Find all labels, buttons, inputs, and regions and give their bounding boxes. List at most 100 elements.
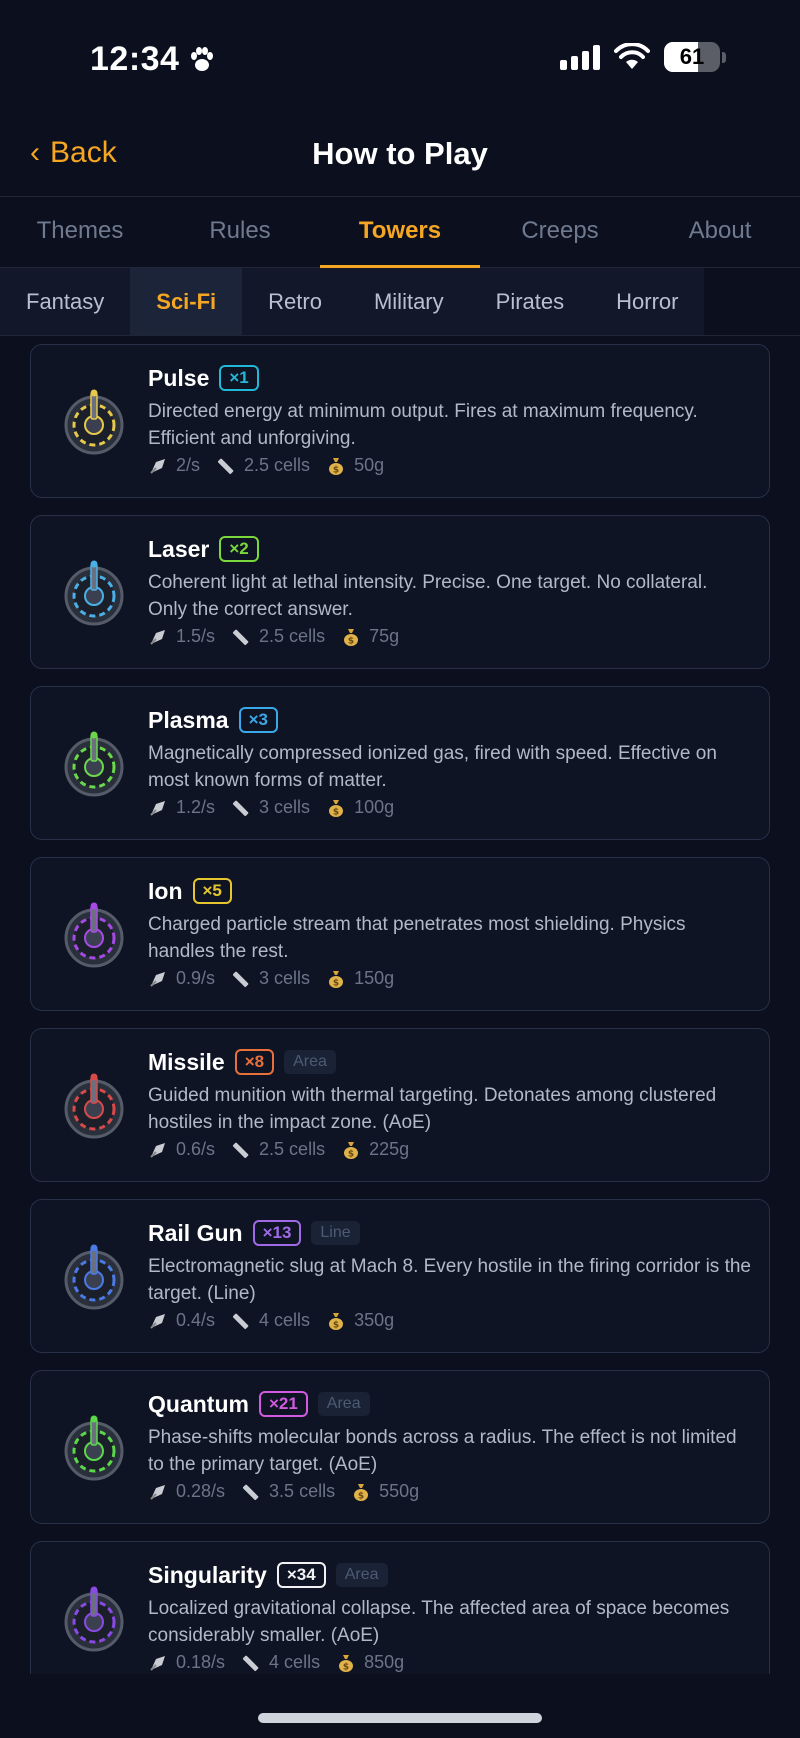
damage-multiplier-badge: ×3	[238, 707, 278, 733]
cost-value: 100g	[354, 797, 395, 817]
tab-rules[interactable]: Rules	[160, 197, 320, 267]
range-stat: 3 cells	[231, 968, 310, 989]
cost-value: 550g	[379, 1481, 420, 1501]
subtab-military[interactable]: Military	[347, 268, 470, 335]
tower-description: Directed energy at minimum output. Fires…	[148, 401, 698, 449]
fire-rate-value: 0.9/s	[176, 968, 216, 988]
fire-rate-value: 0.6/s	[176, 1139, 216, 1159]
tower-stats: 0.6/s 2.5 cells $ 225g	[148, 1139, 751, 1160]
money-bag-icon: $	[329, 457, 344, 475]
fire-rate-stat: 1.2/s	[148, 797, 215, 818]
damage-multiplier-badge: ×13	[252, 1220, 302, 1246]
tower-card[interactable]: Quantum ×21 Area Phase-shifts molecular …	[30, 1370, 770, 1524]
fire-rate-icon	[150, 1142, 165, 1158]
cost-stat: $ 75g	[341, 626, 399, 647]
cost-value: 50g	[354, 455, 385, 475]
paw-icon	[191, 46, 214, 71]
tower-list[interactable]: Pulse ×1 Directed energy at minimum outp…	[0, 344, 800, 1674]
svg-text:$: $	[333, 807, 339, 817]
range-ruler-icon	[232, 971, 249, 987]
money-bag-icon: $	[329, 1312, 344, 1330]
theme-subtabs: Fantasy Sci-Fi Retro Military Pirates Ho…	[0, 268, 800, 336]
battery-level: 61	[679, 44, 705, 69]
tower-stats: 0.18/s 4 cells $ 850g	[148, 1652, 751, 1673]
range-ruler-icon	[232, 800, 249, 816]
range-stat: 3 cells	[231, 797, 310, 818]
tower-card[interactable]: Singularity ×34 Area Localized gravitati…	[30, 1541, 770, 1674]
laser-tower-icon	[64, 560, 124, 626]
nav-header: ‹ Back How to Play	[0, 116, 800, 196]
singularity-tower-icon	[64, 1586, 124, 1652]
wifi-icon	[614, 43, 650, 69]
fire-rate-icon	[150, 1655, 165, 1671]
pulse-tower-icon	[64, 389, 124, 455]
home-indicator[interactable]	[258, 1713, 542, 1723]
svg-text:$: $	[348, 636, 354, 646]
range-value: 3 cells	[259, 797, 311, 817]
status-time: 12:34	[90, 40, 217, 79]
subtab-fantasy[interactable]: Fantasy	[0, 268, 131, 335]
tower-card[interactable]: Plasma ×3 Magnetically compressed ionize…	[30, 686, 770, 840]
fire-rate-value: 0.18/s	[176, 1652, 226, 1672]
fire-rate-icon	[150, 800, 165, 816]
cost-stat: $ 150g	[326, 968, 394, 989]
status-bar: 12:34 61	[0, 0, 800, 116]
subtab-retro[interactable]: Retro	[242, 268, 348, 335]
main-tabs: Themes Rules Towers Creeps About	[0, 196, 800, 268]
tower-name: Laser	[148, 535, 210, 562]
range-stat: 2.5 cells	[216, 455, 310, 476]
tab-creeps[interactable]: Creeps	[480, 197, 640, 267]
cost-stat: $ 225g	[341, 1139, 409, 1160]
missile-tower-icon	[64, 1073, 124, 1139]
fire-rate-stat: 1.5/s	[148, 626, 215, 647]
money-bag-icon: $	[329, 799, 344, 817]
range-ruler-icon	[232, 1313, 249, 1329]
cost-value: 850g	[364, 1652, 405, 1672]
fire-rate-icon	[150, 629, 165, 645]
range-ruler-icon	[217, 458, 234, 474]
range-value: 4 cells	[259, 1310, 311, 1330]
tower-card[interactable]: Ion ×5 Charged particle stream that pene…	[30, 857, 770, 1011]
tower-description: Electromagnetic slug at Mach 8. Every ho…	[148, 1256, 751, 1304]
range-value: 3 cells	[259, 968, 311, 988]
svg-text:$: $	[358, 1491, 364, 1501]
damage-multiplier-badge: ×1	[219, 365, 259, 391]
status-indicators: 61	[560, 42, 726, 72]
tower-stats: 2/s 2.5 cells $ 50g	[148, 455, 751, 476]
cellular-signal-icon	[560, 44, 600, 70]
range-value: 2.5 cells	[259, 1139, 326, 1159]
page-title: How to Play	[312, 136, 488, 171]
range-ruler-icon	[232, 1142, 249, 1158]
range-ruler-icon	[232, 629, 249, 645]
cost-value: 150g	[354, 968, 395, 988]
tab-towers[interactable]: Towers	[320, 197, 480, 268]
cost-stat: $ 550g	[351, 1481, 419, 1502]
ion-tower-icon	[64, 902, 124, 968]
fire-rate-stat: 0.6/s	[148, 1139, 215, 1160]
tower-stats: 0.9/s 3 cells $ 150g	[148, 968, 751, 989]
tab-about[interactable]: About	[640, 197, 800, 267]
subtab-pirates[interactable]: Pirates	[469, 268, 591, 335]
svg-text:$: $	[343, 1662, 349, 1672]
tower-card[interactable]: Pulse ×1 Directed energy at minimum outp…	[30, 344, 770, 498]
subtab-horror[interactable]: Horror	[590, 268, 705, 335]
svg-text:$: $	[348, 1149, 354, 1159]
subtab-sci-fi[interactable]: Sci-Fi	[130, 268, 243, 335]
fire-rate-stat: 0.18/s	[148, 1652, 225, 1673]
fire-rate-icon	[150, 1313, 165, 1329]
tower-name: Pulse	[148, 364, 210, 391]
tower-name: Missile	[148, 1048, 225, 1075]
damage-multiplier-badge: ×2	[219, 536, 259, 562]
tab-themes[interactable]: Themes	[0, 197, 160, 267]
range-value: 3.5 cells	[269, 1481, 336, 1501]
tower-card[interactable]: Missile ×8 Area Guided munition with the…	[30, 1028, 770, 1182]
range-stat: 4 cells	[241, 1652, 320, 1673]
range-value: 2.5 cells	[259, 626, 326, 646]
tower-name: Quantum	[148, 1390, 249, 1417]
range-stat: 4 cells	[231, 1310, 310, 1331]
tower-name: Plasma	[148, 706, 229, 733]
tower-card[interactable]: Rail Gun ×13 Line Electromagnetic slug a…	[30, 1199, 770, 1353]
tower-card[interactable]: Laser ×2 Coherent light at lethal intens…	[30, 515, 770, 669]
fire-rate-stat: 0.4/s	[148, 1310, 215, 1331]
range-value: 4 cells	[269, 1652, 321, 1672]
